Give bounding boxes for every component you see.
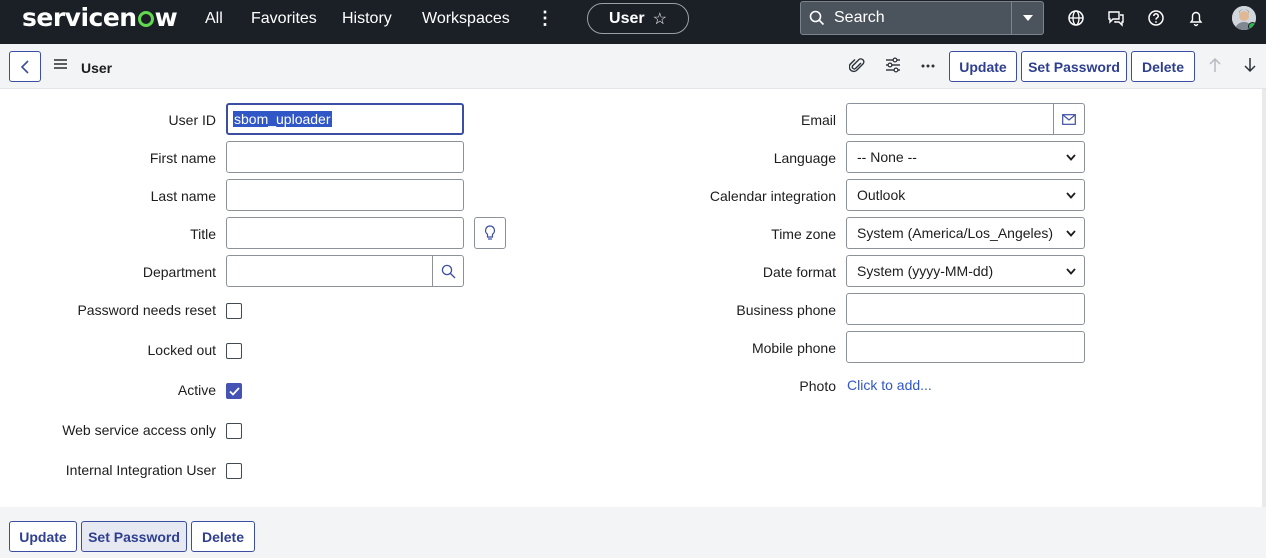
set-password-button-bottom[interactable]: Set Password: [81, 521, 187, 552]
language-select[interactable]: -- None --: [846, 141, 1085, 173]
department-lookup-button[interactable]: [432, 255, 464, 287]
time-zone-label: Time zone: [771, 226, 836, 242]
business-phone-label: Business phone: [736, 302, 836, 318]
form-title: User: [81, 60, 113, 76]
title-input[interactable]: [226, 217, 464, 249]
date-format-select[interactable]: System (yyyy-MM-dd): [846, 255, 1085, 287]
mobile-phone-label: Mobile phone: [751, 340, 836, 356]
password-needs-reset-checkbox[interactable]: [226, 303, 242, 319]
locked-out-checkbox[interactable]: [226, 343, 242, 359]
photo-label: Photo: [799, 378, 836, 394]
photo-add-link[interactable]: Click to add...: [847, 377, 932, 393]
next-record-arrow-icon[interactable]: [1243, 57, 1257, 73]
email-label: Email: [800, 112, 836, 128]
business-phone-input[interactable]: [846, 293, 1085, 325]
notification-bell-icon[interactable]: [1187, 9, 1205, 27]
active-label: Active: [177, 382, 216, 398]
logo-o-mark: [137, 11, 154, 27]
last-name-label: Last name: [150, 188, 216, 204]
form-footer: Update Set Password Delete: [0, 507, 1266, 558]
send-email-button[interactable]: [1053, 103, 1085, 135]
nav-favorites[interactable]: Favorites: [251, 10, 317, 28]
chevron-down-icon: [1066, 267, 1076, 275]
date-format-value: System (yyyy-MM-dd): [857, 263, 994, 279]
chevron-left-icon: [20, 59, 29, 74]
lightbulb-icon: [484, 225, 496, 240]
previous-record-arrow-icon[interactable]: [1208, 57, 1222, 73]
chevron-down-icon: [1066, 191, 1076, 199]
language-label: Language: [773, 150, 836, 166]
department-label: Department: [142, 264, 216, 280]
chat-icon[interactable]: [1107, 9, 1125, 27]
web-service-access-only-label: Web service access only: [62, 422, 216, 438]
help-icon[interactable]: [1147, 9, 1165, 27]
caret-down-icon: [1022, 15, 1033, 21]
envelope-icon: [1062, 113, 1076, 125]
internal-integration-user-label: Internal Integration User: [65, 462, 216, 478]
online-status-dot: [1248, 22, 1256, 30]
active-checkbox[interactable]: [226, 383, 242, 399]
global-search-input[interactable]: Search: [800, 1, 1012, 35]
form-header: User Update Set Password Delete: [0, 44, 1266, 89]
web-service-access-only-checkbox[interactable]: [226, 423, 242, 439]
language-value: -- None --: [857, 149, 917, 165]
date-format-label: Date format: [762, 264, 836, 280]
update-button-bottom[interactable]: Update: [9, 521, 77, 552]
calendar-integration-label: Calendar integration: [709, 188, 836, 204]
hamburger-menu-icon[interactable]: [54, 59, 67, 69]
locked-out-label: Locked out: [147, 342, 217, 358]
globe-icon[interactable]: [1067, 9, 1085, 27]
calendar-integration-value: Outlook: [857, 187, 906, 203]
last-name-input[interactable]: [226, 179, 464, 211]
chevron-down-icon: [1066, 153, 1076, 161]
nav-workspaces[interactable]: Workspaces: [422, 10, 510, 28]
calendar-integration-select[interactable]: Outlook: [846, 179, 1085, 211]
servicenow-logo[interactable]: servicen w: [22, 3, 178, 32]
department-input[interactable]: [226, 255, 433, 287]
time-zone-select[interactable]: System (America/Los_Angeles): [846, 217, 1085, 249]
user-id-input[interactable]: sbom_uploader: [226, 103, 464, 135]
chevron-down-icon: [1066, 229, 1076, 237]
password-needs-reset-label: Password needs reset: [77, 302, 216, 318]
nav-all[interactable]: All: [205, 10, 223, 28]
time-zone-value: System (America/Los_Angeles): [857, 225, 1054, 241]
form-scrollbar[interactable]: [1262, 89, 1266, 507]
title-suggestion-button[interactable]: [474, 217, 506, 249]
logo-text-start: servicen: [22, 3, 137, 32]
nav-history[interactable]: History: [342, 10, 392, 28]
checkmark-icon: [228, 386, 240, 396]
delete-button-bottom[interactable]: Delete: [191, 521, 255, 552]
delete-button-top[interactable]: Delete: [1131, 51, 1195, 82]
logo-text-end: w: [154, 3, 178, 32]
title-label: Title: [190, 226, 216, 242]
favorite-star-icon[interactable]: ☆: [653, 9, 667, 29]
search-placeholder: Search: [834, 9, 885, 26]
context-title-pill[interactable]: User ☆: [587, 3, 689, 34]
more-menu-icon[interactable]: ⋮: [536, 8, 554, 29]
top-navigation: servicen w All Favorites History Workspac…: [0, 0, 1266, 44]
internal-integration-user-checkbox[interactable]: [226, 463, 242, 479]
more-options-icon[interactable]: [921, 64, 935, 68]
context-title: User: [609, 9, 645, 27]
personalize-settings-icon[interactable]: [885, 57, 901, 73]
update-button-top[interactable]: Update: [949, 51, 1017, 82]
user-id-label: User ID: [168, 112, 216, 128]
magnifier-icon: [441, 264, 455, 278]
user-form: User ID sbom_uploader First name Last na…: [0, 89, 1266, 507]
user-id-value: sbom_uploader: [233, 111, 332, 127]
search-icon: [809, 10, 825, 26]
attachment-paperclip-icon[interactable]: [849, 57, 865, 75]
mobile-phone-input[interactable]: [846, 331, 1085, 363]
search-scope-dropdown[interactable]: [1011, 1, 1044, 35]
email-input[interactable]: [846, 103, 1054, 135]
user-avatar[interactable]: [1232, 6, 1256, 30]
first-name-label: First name: [149, 150, 216, 166]
back-button[interactable]: [9, 51, 41, 82]
set-password-button-top[interactable]: Set Password: [1021, 51, 1127, 82]
first-name-input[interactable]: [226, 141, 464, 173]
